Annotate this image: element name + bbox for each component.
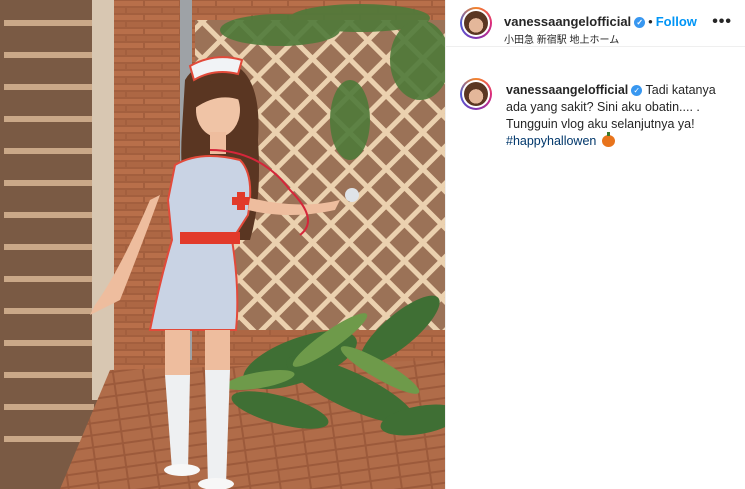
username-link[interactable]: vanessaangelofficial: [504, 14, 631, 29]
instagram-post-view: vanessaangelofficial ✓ • Follow 小田急 新宿駅 地上ホ…: [0, 0, 745, 489]
follow-button[interactable]: Follow: [656, 14, 697, 29]
post-side-panel: vanessaangelofficial ✓ • Follow 小田急 新宿駅 地上ホ…: [445, 0, 745, 489]
pumpkin-icon: [601, 132, 615, 147]
more-horizontal-icon[interactable]: •••: [712, 13, 732, 31]
profile-photo: [464, 82, 488, 106]
separator-dot: •: [648, 14, 653, 29]
post-photo[interactable]: [0, 0, 445, 489]
caption-avatar[interactable]: [460, 78, 492, 110]
header-user-line: vanessaangelofficial ✓ • Follow: [504, 14, 697, 29]
caption-username-link[interactable]: vanessaangelofficial: [506, 83, 628, 97]
post-header: vanessaangelofficial ✓ • Follow 小田急 新宿駅 地上ホ…: [446, 0, 745, 47]
photo-illustration: [0, 0, 445, 489]
hashtag-link[interactable]: #happyhallowen: [506, 134, 596, 148]
location-link[interactable]: 小田急 新宿駅 地上ホーム: [504, 31, 619, 46]
avatar[interactable]: [460, 7, 492, 39]
caption-text: vanessaangelofficial ✓ Tadi katanya ada y…: [506, 82, 734, 150]
profile-photo: [464, 11, 488, 35]
verified-badge-icon: ✓: [634, 17, 646, 28]
verified-badge-icon: ✓: [631, 85, 643, 96]
